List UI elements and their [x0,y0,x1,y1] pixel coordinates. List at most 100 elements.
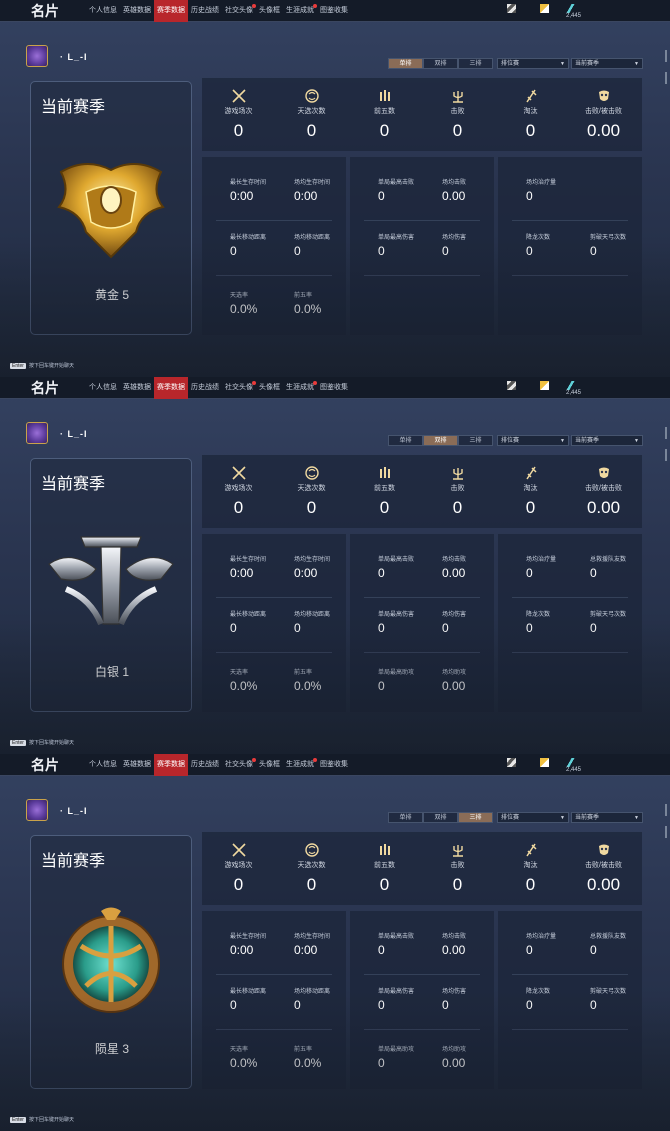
mode-filter-dropdown[interactable]: 排位赛 ▼ [497,58,569,69]
top-five-icon [379,844,390,855]
stat-cell: 场均生存时间 0:00 [294,177,330,203]
mode-button[interactable]: 单排 [388,812,423,823]
player-name: · L_-I [60,806,88,816]
nav-tab[interactable]: 社交头像 [222,377,256,399]
nav-tab[interactable]: 图鉴收集 [317,754,351,776]
nav-tab[interactable]: 生涯成就 [283,0,317,22]
stat-value: 0.00 [442,679,466,693]
row-divider [364,652,480,653]
mode-button[interactable]: 三排 [458,58,493,69]
stat-value: 0.0% [230,1056,258,1070]
season-panel: 名片 个人信息 英雄数据 赛季数据 历史战绩 社交头像 头像框 生涯成就 图鉴收集 2,445… [0,0,670,377]
season-dropdown[interactable]: 当前赛季 ▼ [571,812,643,823]
summary-stat: 游戏场次 0 [202,78,275,141]
nav-tab[interactable]: 头像框 [256,0,283,22]
mode-button[interactable]: 三排 [458,812,493,823]
stat-value: 0 [526,244,533,258]
trident-icon [452,91,463,103]
nav-tab[interactable]: 赛季数据 [154,754,188,776]
stat-cell: 单局最高伤害 0 [378,986,414,1012]
nav-tabs: 个人信息 英雄数据 赛季数据 历史战绩 社交头像 头像框 生涯成就 图鉴收集 [86,754,351,776]
summary-stat-value: 0 [306,498,317,517]
summary-stat-value: 0 [525,121,536,140]
player-avatar[interactable] [26,422,48,444]
nav-tab[interactable]: 英雄数据 [120,754,154,776]
mode-button[interactable]: 三排 [458,435,493,446]
stat-value: 0 [294,998,301,1012]
mode-button[interactable]: 单排 [388,58,423,69]
mode-button[interactable]: 双排 [423,435,458,446]
nav-tab[interactable]: 历史战绩 [188,0,222,22]
stat-label: 场均治疗量 [526,557,557,563]
stat-label: 剪破天弓次数 [590,989,627,995]
mode-button[interactable]: 双排 [423,812,458,823]
mode-selector: 单排 双排 三排 [388,58,493,69]
row-divider [512,1029,628,1030]
nav-tab[interactable]: 英雄数据 [120,0,154,22]
nav-tab[interactable]: 赛季数据 [154,377,188,399]
row-divider [216,220,332,221]
stat-cell: 场均移动距离 0 [294,232,330,258]
scrollbar-handle[interactable] [665,804,667,816]
nav-tab[interactable]: 个人信息 [86,377,120,399]
summary-stat-value: 0 [452,498,463,517]
nav-tab[interactable]: 英雄数据 [120,377,154,399]
nav-tab[interactable]: 图鉴收集 [317,0,351,22]
chevron-down-icon: ▼ [634,815,639,821]
summary-stat-value: 0 [379,121,390,140]
nav-tab[interactable]: 头像框 [256,754,283,776]
feather-icon [566,4,575,13]
stat-label: 场均移动距离 [294,989,331,995]
mode-filter-dropdown[interactable]: 排位赛 ▼ [497,812,569,823]
support-stats-box: 场均治疗量 0 总救援队友数 0 降龙次数 0 剪破天弓次数 0 [498,911,642,1089]
scrollbar-handle[interactable] [665,50,667,62]
summary-stat-label: 前五数 [374,862,395,869]
scrollbar-handle[interactable] [665,449,667,461]
nav-tab[interactable]: 赛季数据 [154,0,188,22]
nav-tab[interactable]: 头像框 [256,377,283,399]
rank-card: 当前赛季 陨星 3 [30,835,192,1089]
stat-cell: 场均生存时间 0:00 [294,931,330,957]
blade-icon [525,466,537,480]
row-divider [364,1029,480,1030]
stat-label: 单局最高伤害 [378,235,415,241]
nav-tab[interactable]: 历史战绩 [188,754,222,776]
season-panel: 名片 个人信息 英雄数据 赛季数据 历史战绩 社交头像 头像框 生涯成就 图鉴收集 2,445… [0,377,670,754]
player-avatar[interactable] [26,799,48,821]
nav-tab[interactable]: 个人信息 [86,754,120,776]
stat-label: 天选率 [230,1047,249,1053]
nav-tab[interactable]: 图鉴收集 [317,377,351,399]
scrollbar-handle[interactable] [665,72,667,84]
stat-cell: 前五率 0.0% [294,290,321,316]
nav-tab[interactable]: 历史战绩 [188,377,222,399]
nav-tab[interactable]: 社交头像 [222,0,256,22]
mode-button[interactable]: 单排 [388,435,423,446]
mode-filter-dropdown[interactable]: 排位赛 ▼ [497,435,569,446]
nav-tab[interactable]: 社交头像 [222,754,256,776]
season-dropdown[interactable]: 当前赛季 ▼ [571,435,643,446]
mode-button[interactable]: 双排 [423,58,458,69]
currency-amount: 2,445 [566,767,582,773]
summary-stat-value: 0 [379,875,390,894]
stat-value: 0 [590,621,597,635]
scrollbar-handle[interactable] [665,826,667,838]
stat-label: 场均治疗量 [526,934,557,940]
rank-name: 黄金 5 [94,288,129,302]
summary-stat: 游戏场次 0 [202,455,275,518]
resource-icon-2 [540,758,549,767]
summary-stat: 击败 0 [421,455,494,518]
season-dropdown[interactable]: 当前赛季 ▼ [571,58,643,69]
nav-tab[interactable]: 生涯成就 [283,377,317,399]
row-divider [512,275,628,276]
player-avatar[interactable] [26,45,48,67]
stat-value: 0 [294,244,301,258]
summary-stats: 游戏场次 0 天选次数 0 前五数 0 击败 0 淘汰 0 击败/被击败 0.00 [202,832,642,905]
stat-label: 前五率 [294,293,313,299]
nav-tab[interactable]: 个人信息 [86,0,120,22]
stat-label: 最长生存时间 [230,934,267,940]
stat-label: 场均伤害 [442,612,467,618]
scrollbar-handle[interactable] [665,427,667,439]
stat-cell: 剪破天弓次数 0 [590,609,626,635]
nav-tab[interactable]: 生涯成就 [283,754,317,776]
summary-stat: 天选次数 0 [275,78,348,141]
